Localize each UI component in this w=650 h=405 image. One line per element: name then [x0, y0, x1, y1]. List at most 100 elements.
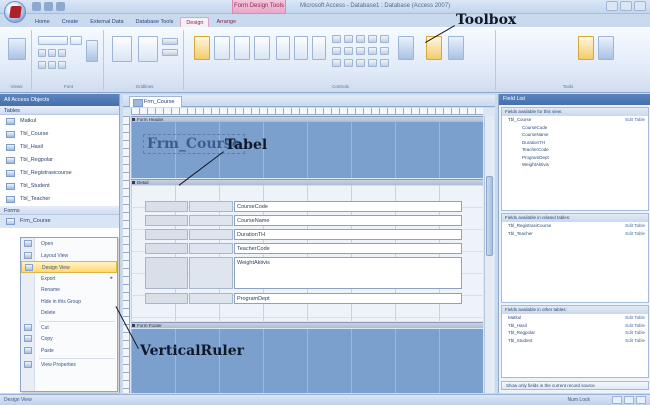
- nav-item-table[interactable]: Tbl_Student: [0, 180, 119, 193]
- menu-item-open[interactable]: Open: [21, 238, 117, 250]
- form-footer-section[interactable]: [131, 329, 483, 393]
- field-label[interactable]: [145, 293, 188, 304]
- toggle-button-icon[interactable]: [344, 47, 353, 55]
- detail-section[interactable]: CourseCode CourseName DurationTH Teacher…: [131, 185, 483, 321]
- field-item[interactable]: TeacherCode: [502, 146, 648, 154]
- format-painter-icon[interactable]: [86, 40, 98, 62]
- field-control[interactable]: [189, 257, 233, 289]
- font-name-select[interactable]: [38, 36, 68, 45]
- minimize-icon[interactable]: [606, 1, 618, 11]
- field-item[interactable]: DurationTH: [502, 139, 648, 147]
- menu-item-paste[interactable]: Paste: [21, 345, 117, 357]
- field-control[interactable]: [189, 201, 233, 212]
- hyperlink-icon[interactable]: [368, 59, 377, 67]
- vertical-scrollbar[interactable]: [484, 116, 494, 393]
- undo-icon[interactable]: [44, 2, 53, 11]
- view-code-icon[interactable]: [448, 36, 464, 60]
- nav-item-table[interactable]: Tbl_Course: [0, 128, 119, 141]
- field-textbox[interactable]: CourseCode: [234, 201, 462, 212]
- menu-item-view-properties[interactable]: View Properties: [21, 359, 117, 371]
- window-controls[interactable]: [606, 1, 646, 11]
- field-table-row[interactable]: Tbl_Course Edit Table: [502, 116, 648, 124]
- nav-item-table[interactable]: Tbl_Regpolar: [0, 154, 119, 167]
- field-control[interactable]: [189, 243, 233, 254]
- horizontal-ruler[interactable]: [131, 108, 483, 115]
- page-break-icon[interactable]: [380, 59, 389, 67]
- menu-item-hide[interactable]: Hide in this Group: [21, 296, 117, 308]
- image-control-icon[interactable]: [332, 59, 341, 67]
- list-box-icon[interactable]: [344, 35, 353, 43]
- field-textbox[interactable]: TeacherCode: [234, 243, 462, 254]
- menu-item-delete[interactable]: Delete: [21, 307, 117, 319]
- tools-icon[interactable]: [578, 36, 594, 60]
- option-button-icon[interactable]: [368, 47, 377, 55]
- text-box-icon[interactable]: [276, 36, 290, 60]
- option-group-icon[interactable]: [332, 47, 341, 55]
- field-item[interactable]: WeightAktivis: [502, 161, 648, 169]
- add-existing-fields-icon[interactable]: [398, 36, 414, 60]
- menu-item-cut[interactable]: Cut: [21, 322, 117, 334]
- attachment-icon[interactable]: [356, 59, 365, 67]
- other-table-row[interactable]: Tbl_Regpolar Edit Table: [502, 329, 648, 337]
- title-control-icon[interactable]: [214, 36, 230, 60]
- subform-new-window-icon[interactable]: [598, 36, 614, 60]
- other-table-row[interactable]: Tbl_Hasil Edit Table: [502, 322, 648, 330]
- field-control[interactable]: [189, 215, 233, 226]
- field-label[interactable]: [145, 201, 188, 212]
- field-label[interactable]: [145, 215, 188, 226]
- save-icon[interactable]: [32, 2, 41, 11]
- menu-item-export[interactable]: Export ▸: [21, 273, 117, 285]
- scrollbar-thumb[interactable]: [486, 176, 493, 256]
- page-numbers-icon[interactable]: [234, 36, 250, 60]
- field-item[interactable]: ProgramDept: [502, 154, 648, 162]
- other-table-row[interactable]: Matkul Edit Table: [502, 314, 648, 322]
- gridlines-icon[interactable]: [138, 36, 158, 62]
- subform-icon[interactable]: [356, 35, 365, 43]
- nav-header[interactable]: All Access Objects: [0, 94, 119, 106]
- tab-home[interactable]: Home: [30, 17, 55, 27]
- view-icon[interactable]: [8, 38, 26, 60]
- field-label[interactable]: [145, 257, 188, 289]
- check-box-icon[interactable]: [356, 47, 365, 55]
- tab-design[interactable]: Design: [180, 17, 210, 27]
- nav-item-table[interactable]: Tbl_Hasil: [0, 141, 119, 154]
- nav-group-forms[interactable]: Forms: [0, 206, 119, 215]
- field-textbox[interactable]: DurationTH: [234, 229, 462, 240]
- form-header-section[interactable]: Frm_Course: [131, 122, 483, 178]
- line-control-icon[interactable]: [368, 35, 377, 43]
- nav-group-tables[interactable]: Tables: [0, 106, 119, 115]
- menu-item-layout-view[interactable]: Layout View: [21, 250, 117, 262]
- align-left-icon[interactable]: [38, 61, 46, 69]
- nav-item-table[interactable]: Matkul: [0, 115, 119, 128]
- field-textbox[interactable]: CourseName: [234, 215, 462, 226]
- section-bar-footer[interactable]: Form Footer: [131, 322, 483, 328]
- layout-view-icon[interactable]: [624, 396, 634, 404]
- line-width-icon[interactable]: [162, 49, 178, 56]
- tab-database-tools[interactable]: Database Tools: [131, 17, 179, 27]
- line-color-icon[interactable]: [162, 38, 178, 45]
- tab-control-icon[interactable]: [380, 47, 389, 55]
- menu-item-rename[interactable]: Rename: [21, 284, 117, 296]
- field-item[interactable]: CourseCode: [502, 124, 648, 132]
- align-right-icon[interactable]: [58, 61, 66, 69]
- field-control[interactable]: [189, 229, 233, 240]
- related-table-row[interactable]: Tbl_RegistrasiCourse Edit Table: [502, 222, 648, 230]
- tab-arrange[interactable]: Arrange: [211, 17, 241, 27]
- font-size-select[interactable]: [70, 36, 82, 45]
- chart-control-icon[interactable]: [344, 59, 353, 67]
- combo-box-icon[interactable]: [332, 35, 341, 43]
- office-button[interactable]: [4, 1, 26, 23]
- tab-external-data[interactable]: External Data: [85, 17, 128, 27]
- underline-icon[interactable]: [58, 49, 66, 57]
- bold-icon[interactable]: [38, 49, 46, 57]
- logo-control-icon[interactable]: [194, 36, 210, 60]
- related-table-row[interactable]: Tbl_Teacher Edit Table: [502, 230, 648, 238]
- field-textbox[interactable]: WeightAktivis: [234, 257, 462, 289]
- form-view-icon[interactable]: [612, 396, 622, 404]
- tab-create[interactable]: Create: [57, 17, 84, 27]
- design-view-icon[interactable]: [636, 396, 646, 404]
- vertical-ruler[interactable]: [123, 116, 130, 393]
- rectangle-control-icon[interactable]: [380, 35, 389, 43]
- button-control-icon[interactable]: [312, 36, 326, 60]
- align-center-icon[interactable]: [48, 61, 56, 69]
